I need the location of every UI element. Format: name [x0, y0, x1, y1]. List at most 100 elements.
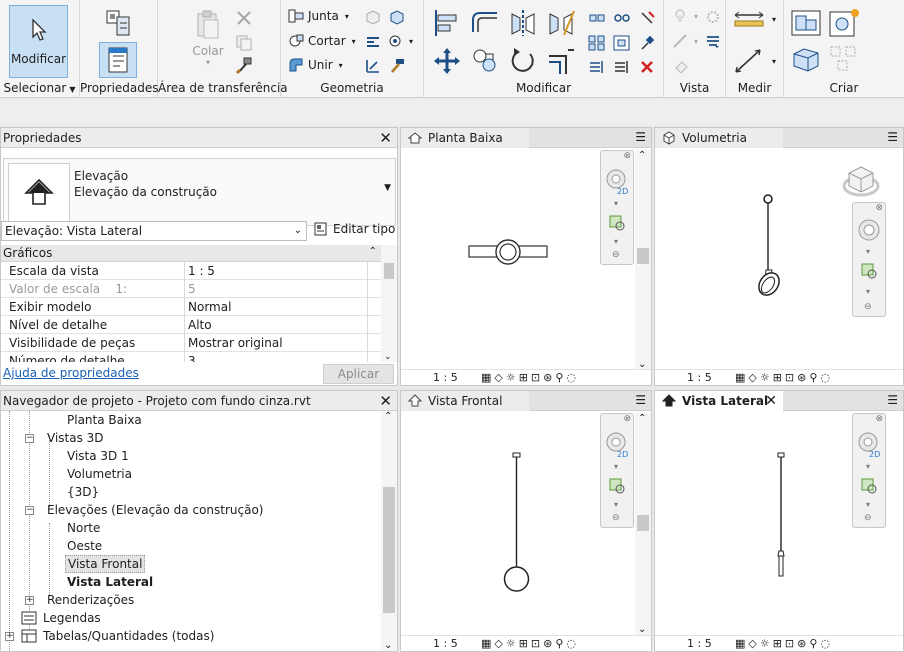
properties-scrollbar[interactable]: ⌄ — [381, 245, 397, 362]
scroll-thumb[interactable] — [637, 515, 649, 531]
tree-node[interactable]: Elevações (Elevação da construção) — [47, 501, 264, 519]
zoom-icon[interactable] — [609, 478, 627, 496]
viewport-menu-icon[interactable]: ☰ — [887, 130, 898, 144]
offset-button[interactable] — [468, 6, 502, 40]
navigation-bar[interactable]: ⊗ 2D ▾ ▾ ⊖ — [600, 150, 634, 265]
create-similar-button[interactable] — [826, 42, 862, 76]
view-scale[interactable]: 1 : 5 — [687, 371, 712, 384]
navigation-bar[interactable]: ⊗ 2D ▾ ▾ ⊖ — [600, 413, 634, 528]
cut-button[interactable] — [234, 8, 254, 28]
viewport-tab[interactable]: Vista Lateral ✕ ☰ — [655, 391, 903, 411]
modify-button[interactable]: Modificar — [9, 5, 68, 78]
close-icon[interactable]: ✕ — [765, 391, 777, 411]
nav-options-icon[interactable]: ⊖ — [612, 513, 620, 523]
split-button[interactable] — [586, 8, 608, 28]
tree-node-active-view[interactable]: Vista Lateral — [67, 573, 153, 591]
hammer-button[interactable] — [387, 57, 407, 75]
tree-node-selected[interactable]: Vista Frontal — [65, 555, 146, 573]
tree-node[interactable]: Tabelas/Quantidades (todas) — [43, 627, 214, 645]
tree-node[interactable]: Vista 3D 1 — [67, 447, 129, 465]
cut-geometry-button[interactable]: Cortar ▾ — [287, 33, 356, 49]
view-control-icons[interactable]: ▦◇☼⊞⊡⊛⚲◌ — [735, 637, 833, 650]
view-scale[interactable]: 1 : 5 — [687, 637, 712, 650]
close-icon[interactable]: ✕ — [379, 391, 392, 411]
viewport-tab[interactable]: Vista Frontal ☰ — [401, 391, 651, 411]
pin-button[interactable] — [636, 33, 658, 53]
scroll-thumb[interactable] — [384, 263, 394, 279]
viewport-menu-icon[interactable]: ☰ — [635, 130, 646, 144]
copy-button[interactable] — [234, 33, 254, 53]
align-button[interactable] — [430, 6, 464, 40]
override-graphics-button[interactable]: ▾ — [672, 8, 698, 24]
move-button[interactable] — [430, 44, 464, 78]
create-assembly-button[interactable] — [788, 6, 824, 40]
create-parts-button[interactable] — [826, 6, 862, 40]
scale-button[interactable] — [611, 33, 633, 53]
viewport-tab[interactable]: Planta Baixa ☰ — [401, 128, 651, 148]
property-row[interactable]: Número de detalhe 3 — [1, 352, 381, 362]
match-properties-button[interactable] — [234, 56, 254, 76]
view-settings-button[interactable] — [704, 8, 722, 26]
split-gap-button[interactable] — [611, 8, 633, 28]
viewport-floor-plan[interactable]: Planta Baixa ☰ ⊗ 2D ▾ ▾ ⊖ ⌃ ⌄ 1 : 5 ▦◇☼⊞… — [400, 127, 652, 386]
viewport-scrollbar[interactable]: ⌃ ⌄ — [635, 150, 651, 370]
wall-joins-button[interactable] — [363, 33, 383, 51]
edit-type-button[interactable]: Editar tipo — [313, 221, 395, 237]
apply-button[interactable]: Aplicar — [323, 364, 394, 384]
view-scale[interactable]: 1 : 5 — [433, 637, 458, 650]
demolish-button[interactable]: ▾ — [387, 33, 413, 49]
steering-wheel-icon[interactable] — [857, 218, 883, 244]
type-properties-button[interactable] — [99, 6, 137, 42]
trim-single-button[interactable] — [611, 57, 633, 77]
viewport-front-elevation[interactable]: Vista Frontal ☰ ⊗ 2D ▾ ▾ ⊖ ⌃ ⌄ 1 : 5 ▦◇☼… — [400, 390, 652, 652]
paste-button[interactable]: Colar ▾ — [188, 6, 228, 70]
linework-button[interactable]: ▾ — [672, 33, 698, 49]
mirror-axis-button[interactable] — [506, 6, 540, 40]
property-row[interactable]: Escala da vista 1 : 5 — [1, 262, 381, 280]
select-dropdown[interactable]: Selecionar ▼ — [0, 81, 79, 95]
trim-extend-corner-button[interactable] — [544, 44, 578, 78]
instance-filter-dropdown[interactable]: Elevação: Vista Lateral ⌄ — [1, 221, 307, 241]
rotate-button[interactable] — [506, 44, 540, 78]
unite-button[interactable]: Unir ▾ — [287, 57, 343, 73]
close-icon[interactable]: ⊗ — [623, 414, 631, 424]
nav-options-icon[interactable]: ⊖ — [864, 513, 872, 523]
view-scale[interactable]: 1 : 5 — [433, 371, 458, 384]
viewport-menu-icon[interactable]: ☰ — [635, 393, 646, 407]
measure-along-element-button[interactable]: ▾ — [732, 46, 776, 76]
type-selector[interactable]: Elevação Elevação da construção ▼ — [3, 158, 396, 226]
tree-node[interactable]: Legendas — [43, 609, 101, 627]
zoom-icon[interactable] — [861, 478, 879, 496]
browser-scrollbar[interactable]: ⌃ ⌄ — [381, 411, 397, 651]
property-row[interactable]: Nível de detalhe Alto — [1, 316, 381, 334]
mirror-draw-button[interactable] — [544, 6, 578, 40]
close-icon[interactable]: ⊗ — [623, 151, 631, 161]
unpin-button[interactable] — [636, 8, 658, 28]
filter-button[interactable] — [704, 33, 722, 51]
tree-node[interactable]: Vistas 3D — [47, 429, 104, 447]
create-group-button[interactable] — [788, 42, 824, 76]
scroll-thumb[interactable] — [383, 487, 395, 613]
view-control-icons[interactable]: ▦◇☼⊞⊡⊛⚲◌ — [735, 371, 833, 384]
navigation-bar[interactable]: ⊗ ▾ ▾ ⊖ — [852, 202, 886, 317]
viewport-scrollbar[interactable]: ⌃ ⌄ — [635, 413, 651, 635]
nav-options-icon[interactable]: ⊖ — [864, 302, 872, 312]
tree-node[interactable]: Planta Baixa — [67, 411, 142, 429]
collapse-icon[interactable]: − — [25, 434, 34, 443]
property-row[interactable]: Visibilidade de peças Mostrar original — [1, 334, 381, 352]
tree-node[interactable]: {3D} — [67, 483, 99, 501]
viewport-menu-icon[interactable]: ☰ — [887, 393, 898, 407]
delete-button[interactable] — [636, 57, 658, 77]
copy-element-button[interactable] — [468, 44, 502, 78]
close-icon[interactable]: ⊗ — [875, 203, 883, 213]
split-face-button[interactable] — [363, 8, 383, 26]
properties-toggle-button[interactable] — [99, 42, 137, 78]
collapse-icon[interactable]: − — [25, 506, 34, 515]
properties-help-link[interactable]: Ajuda de propriedades — [3, 366, 139, 380]
expand-icon[interactable]: + — [25, 596, 34, 605]
property-row[interactable]: Exibir modelo Normal — [1, 298, 381, 316]
trim-multiple-button[interactable] — [586, 57, 608, 77]
tree-node[interactable]: Renderizações — [47, 591, 134, 609]
view-control-icons[interactable]: ▦◇☼⊞⊡⊛⚲◌ — [481, 371, 579, 384]
property-row[interactable]: Valor de escala 1: 5 — [1, 280, 381, 298]
